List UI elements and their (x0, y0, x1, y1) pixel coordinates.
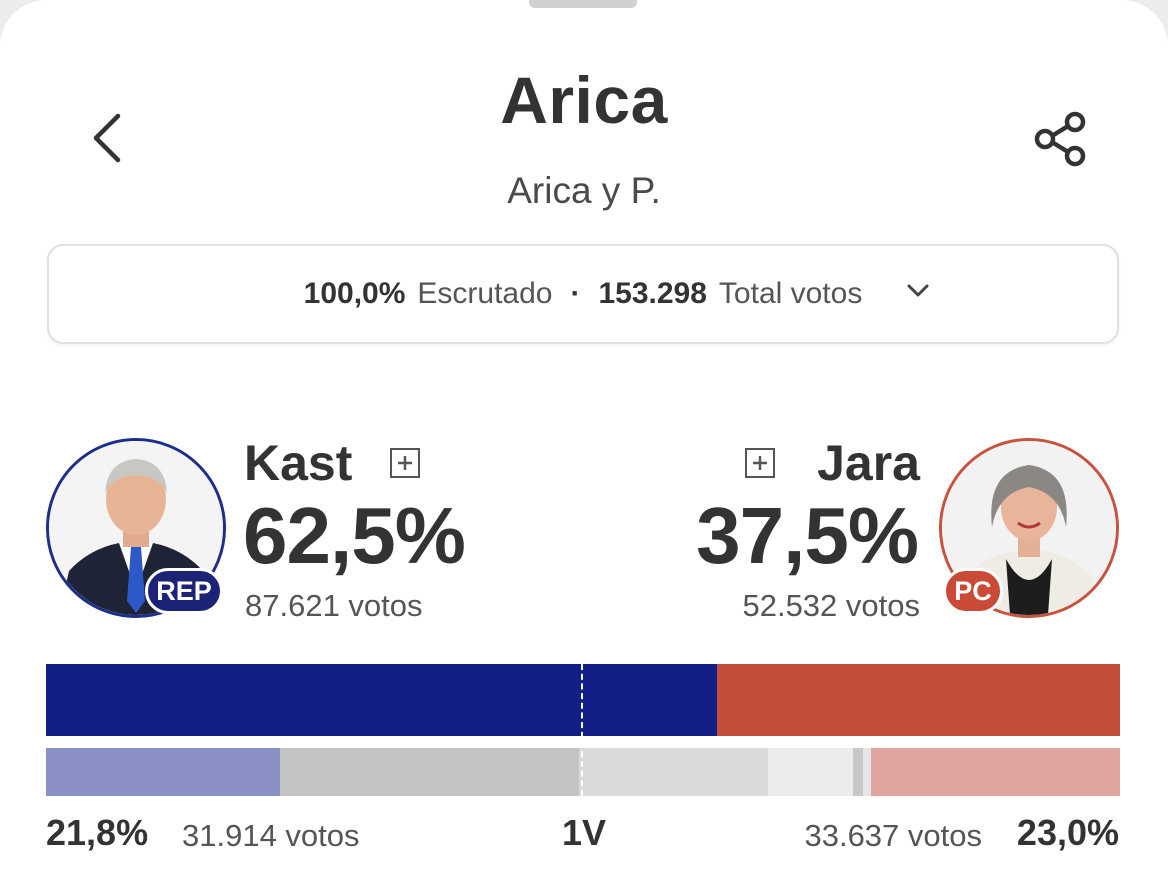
scrutiny-summary[interactable]: 100,0% Escrutado · 153.298 Total votos (47, 244, 1119, 344)
runoff-bar-kast (46, 664, 718, 736)
party-badge-rep: REP (145, 568, 223, 614)
first-round-label: 1V (561, 812, 607, 853)
candidate-name-kast: Kast (244, 435, 353, 491)
first-round-segment (852, 748, 864, 796)
page-title: Arica (500, 63, 668, 137)
share-button[interactable] (1028, 106, 1094, 172)
first-round-segment (46, 748, 281, 796)
first-round-right-percent: 23,0% (1016, 812, 1119, 853)
first-round-right-votes: 33.637 votos (804, 818, 982, 853)
runoff-bar-jara (717, 664, 1120, 736)
expand-jara-icon[interactable] (745, 448, 775, 478)
runoff-bar (46, 664, 1120, 736)
first-round-segment (767, 748, 853, 796)
results-sheet: Arica Arica y P. 100,0% Escrutado · 153.… (0, 0, 1168, 890)
candidate-percent-jara: 37,5% (696, 491, 919, 580)
expand-kast-icon[interactable] (390, 448, 420, 478)
total-votes-label: Total votos (718, 277, 863, 310)
chevron-down-icon[interactable] (905, 282, 931, 300)
candidate-votes-kast: 87.621 votos (245, 588, 423, 623)
candidate-percent-kast: 62,5% (243, 491, 466, 580)
first-round-bar (46, 748, 1120, 796)
party-badge-pc: PC (943, 568, 1003, 614)
first-round-segment (578, 748, 768, 796)
majority-line (581, 664, 583, 796)
share-icon (1034, 111, 1086, 167)
first-round-segment (863, 748, 871, 796)
page-subtitle: Arica y P. (507, 170, 661, 211)
first-round-segment (280, 748, 579, 796)
first-round-segment (870, 748, 1120, 796)
scrutinized-value: 100,0% (303, 277, 406, 310)
candidate-votes-jara: 52.532 votos (742, 588, 920, 623)
candidate-name-jara: Jara (817, 435, 920, 491)
scrutinized-label: Escrutado (417, 277, 553, 310)
sheet-grabber[interactable] (529, 0, 637, 8)
summary-separator: · (570, 277, 581, 310)
total-votes-value: 153.298 (598, 277, 707, 310)
